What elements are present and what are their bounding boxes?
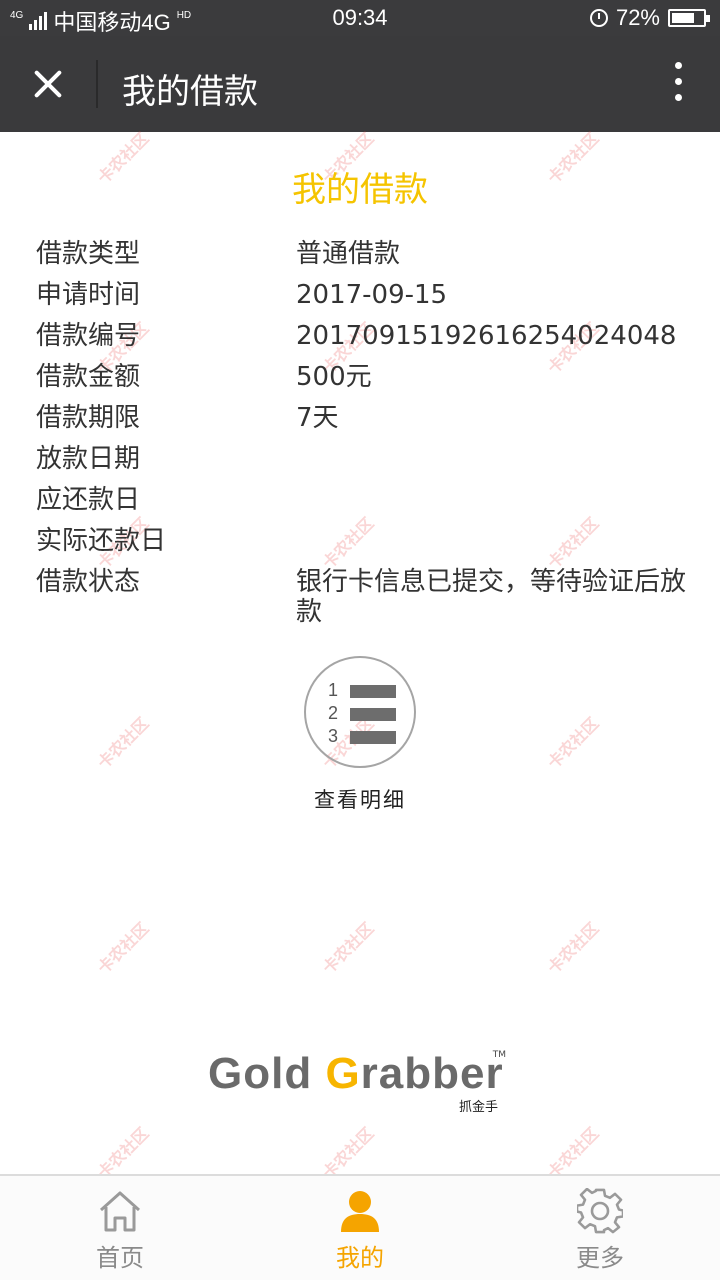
list-bar (350, 708, 396, 721)
detail-row-loan-number: 借款编号 20170915192616254024048 (36, 316, 696, 357)
more-vertical-icon[interactable] (666, 62, 690, 106)
detail-label: 借款期限 (36, 403, 141, 433)
user-icon (341, 1191, 379, 1232)
watermark-text: 卡农社区 (93, 713, 153, 773)
nav-label-more: 更多 (576, 1244, 624, 1272)
list-number: 3 (328, 726, 339, 746)
battery-percent: 72% (615, 5, 660, 30)
view-details-label[interactable]: 查看明细 (0, 784, 720, 814)
detail-value (296, 439, 696, 480)
logo-trademark: TM (492, 1050, 506, 1060)
watermark-text: 卡农社区 (93, 918, 153, 978)
list-bar (350, 731, 396, 744)
detail-label: 借款类型 (36, 239, 141, 269)
detail-value: 7天 (296, 403, 339, 433)
detail-row-status: 借款状态 银行卡信息已提交，等待验证后放款 (36, 562, 696, 627)
watermark-text: 卡农社区 (543, 713, 603, 773)
detail-value: 银行卡信息已提交，等待验证后放款 (296, 567, 687, 627)
bottom-nav: 首页 我的 更多 (0, 1174, 720, 1280)
status-bar-right: 72% (589, 5, 710, 31)
detail-row-amount: 借款金额 500元 (36, 357, 696, 398)
alarm-icon (589, 9, 608, 27)
detail-label: 实际还款日 (36, 526, 167, 556)
logo-word-gold: Gold (208, 1049, 313, 1098)
detail-row-apply-time: 申请时间 2017-09-15 (36, 275, 696, 316)
watermark-text: 卡农社区 (543, 918, 603, 978)
detail-value: 500元 (296, 362, 372, 392)
logo-wordmark: Gold Grabber (208, 1046, 508, 1102)
list-bar (350, 685, 396, 698)
detail-value (296, 480, 696, 521)
detail-label: 应还款日 (36, 485, 141, 515)
logo-subtitle: 抓金手 (458, 1100, 498, 1115)
nav-item-more[interactable]: 更多 (480, 1176, 720, 1280)
status-bar: 4G 中国移动4G HD 09:34 72% (0, 0, 720, 36)
detail-value: 2017-09-15 (296, 280, 448, 310)
detail-label: 放款日期 (36, 444, 141, 474)
battery-icon (668, 9, 710, 27)
close-icon[interactable] (24, 60, 72, 108)
detail-label: 借款金额 (36, 362, 141, 392)
title-divider (96, 60, 98, 108)
loan-detail-list: 借款类型 普通借款 申请时间 2017-09-15 借款编号 201709151… (36, 234, 696, 627)
logo-word-rabber: rabber (360, 1049, 504, 1098)
gold-grabber-logo: Gold Grabber TM 抓金手 (208, 1046, 508, 1118)
page-title: 我的借款 (122, 72, 258, 112)
view-details-button[interactable]: 1 2 3 (304, 656, 416, 768)
list-number: 2 (328, 703, 339, 723)
detail-value: 20170915192616254024048 (296, 321, 677, 351)
watermark-text: 卡农社区 (318, 918, 378, 978)
detail-label: 借款状态 (36, 567, 141, 597)
nav-label-home: 首页 (96, 1244, 144, 1272)
nav-label-mine: 我的 (336, 1244, 384, 1272)
detail-value (296, 521, 696, 562)
detail-row-term: 借款期限 7天 (36, 398, 696, 439)
detail-row-actual-repay-date: 实际还款日 (36, 521, 696, 562)
loan-heading: 我的借款 (292, 170, 428, 210)
detail-label: 借款编号 (36, 321, 141, 351)
title-bar: 我的借款 (0, 36, 720, 132)
home-icon (99, 1191, 141, 1232)
detail-label: 申请时间 (36, 280, 141, 310)
detail-value: 普通借款 (296, 239, 401, 269)
list-number: 1 (328, 680, 339, 700)
logo-word-g: G (325, 1049, 361, 1098)
detail-row-loan-type: 借款类型 普通借款 (36, 234, 696, 275)
detail-row-due-date: 应还款日 (36, 480, 696, 521)
detail-row-disburse-date: 放款日期 (36, 439, 696, 480)
nav-item-home[interactable]: 首页 (0, 1176, 240, 1280)
nav-item-mine[interactable]: 我的 (240, 1176, 480, 1280)
gear-icon (577, 1188, 623, 1234)
